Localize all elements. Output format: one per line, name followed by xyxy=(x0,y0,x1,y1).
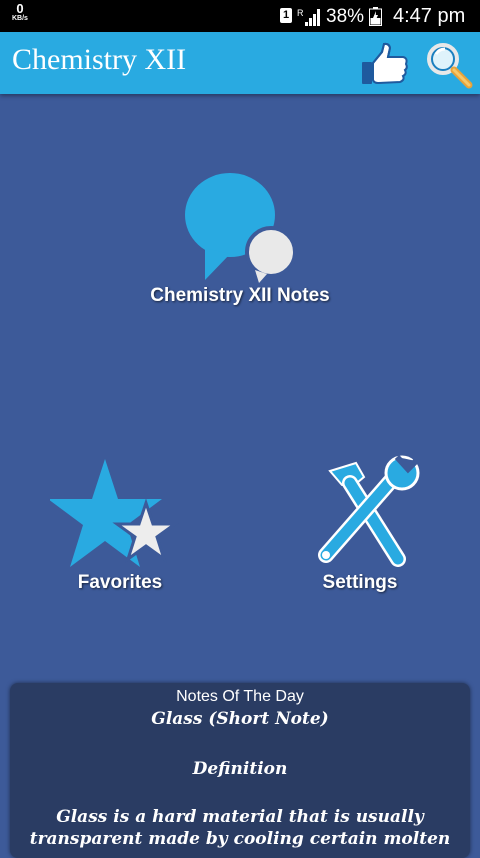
roaming-indicator: R xyxy=(297,8,304,18)
thumbs-up-icon[interactable] xyxy=(360,42,410,86)
notes-label: Chemistry XII Notes xyxy=(150,285,330,306)
settings-label: Settings xyxy=(322,572,398,593)
clock: 4:47 pm xyxy=(393,5,466,27)
status-bar: 0 KB/s 1 R 38% 4:47 pm xyxy=(0,0,480,32)
tools-icon xyxy=(318,454,420,567)
app-bar: Chemistry XII xyxy=(0,32,480,94)
signal-icon: R xyxy=(297,8,320,26)
favorites-tile[interactable]: Favorites xyxy=(48,455,190,605)
chat-bubbles-icon xyxy=(185,173,297,283)
sim-slot-icon: 1 xyxy=(280,8,292,23)
network-speed: 0 KB/s xyxy=(12,2,28,23)
note-section: Definition xyxy=(192,759,288,779)
notes-tile[interactable]: Chemistry XII Notes xyxy=(120,170,360,320)
favorites-label: Favorites xyxy=(77,572,163,593)
note-title: Glass (Short Note) xyxy=(151,709,329,729)
app-title: Chemistry XII xyxy=(12,43,187,76)
star-icon xyxy=(48,459,180,567)
note-body: Glass is a hard material that is usually… xyxy=(29,807,451,849)
magnifier-icon[interactable] xyxy=(424,40,474,90)
settings-tile[interactable]: Settings xyxy=(290,454,430,605)
battery-percent: 38% xyxy=(326,6,365,27)
network-speed-unit: KB/s xyxy=(12,15,28,22)
notes-of-the-day-heading: Notes Of The Day xyxy=(176,688,304,705)
notes-of-the-day-card[interactable]: Notes Of The Day Glass (Short Note) Defi… xyxy=(10,683,470,858)
battery-icon xyxy=(369,7,382,26)
